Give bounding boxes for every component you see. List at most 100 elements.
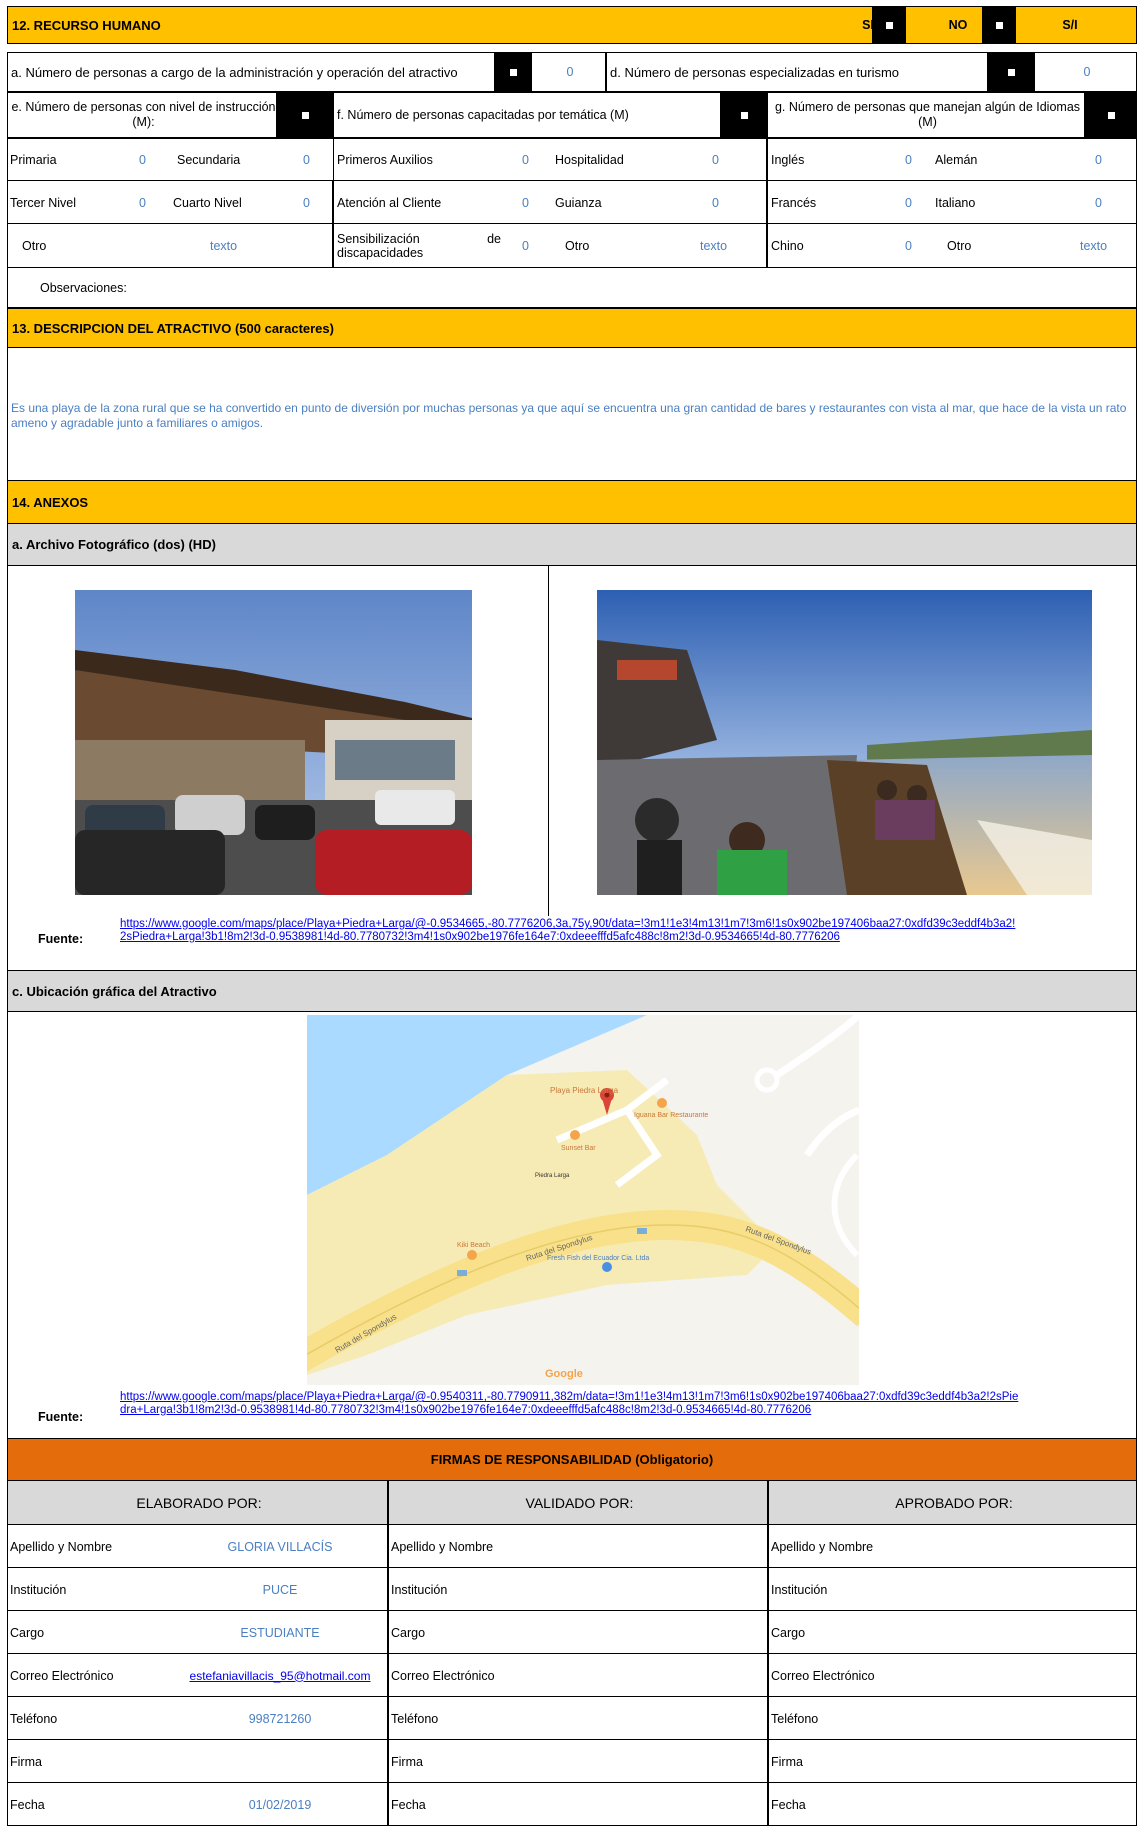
cell-guianza: Guianza bbox=[555, 195, 602, 210]
cell-primaria: Primaria bbox=[10, 152, 57, 167]
location-map[interactable]: Playa Piedra Larga Iguana Bar Restaurant… bbox=[307, 1015, 859, 1385]
value-otro-instruccion[interactable]: texto bbox=[210, 224, 237, 268]
field-e-label: e. Número de personas con nivel de instr… bbox=[7, 92, 277, 138]
signature-field-label: Institución bbox=[771, 1582, 828, 1597]
fuente-2-label: Fuente: bbox=[38, 1410, 84, 1424]
signature-value[interactable]: 998721260 bbox=[175, 1697, 385, 1740]
cell-primeros-auxilios: Primeros Auxilios bbox=[337, 152, 433, 167]
signature-field-label: Apellido y Nombre bbox=[771, 1539, 874, 1554]
cell-chino: Chino bbox=[771, 239, 804, 253]
photo-bar-parking bbox=[75, 590, 472, 895]
photo-section-title: a. Archivo Fotográfico (dos) (HD) bbox=[12, 537, 216, 552]
signature-field-label: Apellido y Nombre bbox=[391, 1539, 494, 1554]
signature-value[interactable]: PUCE bbox=[175, 1568, 385, 1611]
cell-otro-idioma: Otro bbox=[947, 239, 972, 253]
value-secundaria[interactable]: 0 bbox=[303, 138, 310, 181]
field-a-value[interactable]: 0 bbox=[531, 52, 606, 92]
signature-value[interactable]: 01/02/2019 bbox=[175, 1783, 385, 1826]
section-14-title: 14. ANEXOS bbox=[12, 494, 89, 510]
cell-cuarto-nivel: Cuarto Nivel bbox=[173, 195, 242, 210]
signature-field-label: Teléfono bbox=[771, 1711, 819, 1726]
map-label-playa: Playa Piedra Larga bbox=[550, 1086, 619, 1095]
table-row bbox=[388, 1611, 768, 1654]
field-f-checkbox[interactable] bbox=[721, 92, 767, 138]
cell-frances: Francés bbox=[771, 195, 817, 210]
cell-secundaria: Secundaria bbox=[177, 152, 241, 167]
section-13-header: 13. DESCRIPCION DEL ATRACTIVO (500 carac… bbox=[7, 308, 1137, 348]
cell-otro-tematica: Otro bbox=[565, 239, 590, 253]
signature-field-label: Cargo bbox=[10, 1625, 45, 1640]
signature-field-label: Fecha bbox=[391, 1797, 426, 1812]
si-checkbox[interactable] bbox=[872, 6, 906, 44]
section-14-header: 14. ANEXOS bbox=[7, 480, 1137, 524]
table-row bbox=[7, 224, 333, 268]
value-cuarto-nivel[interactable]: 0 bbox=[303, 181, 310, 224]
field-d-label: d. Número de personas especializadas en … bbox=[606, 52, 988, 92]
google-logo: Google bbox=[545, 1368, 583, 1380]
fuente-1-label: Fuente: bbox=[38, 932, 84, 946]
field-a-checkbox[interactable] bbox=[495, 52, 531, 92]
value-hospitalidad[interactable]: 0 bbox=[712, 138, 719, 181]
cell-ingles: Inglés bbox=[771, 152, 805, 167]
section-13-title: 13. DESCRIPCION DEL ATRACTIVO (500 carac… bbox=[12, 320, 334, 336]
signature-value[interactable]: ESTUDIANTE bbox=[175, 1611, 385, 1654]
no-checkbox[interactable] bbox=[982, 6, 1016, 44]
description-box[interactable]: Es una playa de la zona rural que se ha … bbox=[7, 348, 1137, 480]
cell-italiano: Italiano bbox=[935, 195, 976, 210]
value-primeros-auxilios[interactable]: 0 bbox=[522, 138, 529, 181]
map-label-piedra: Piedra Larga bbox=[535, 1173, 570, 1179]
observaciones: Observaciones: bbox=[7, 268, 1137, 308]
photo-section-header: a. Archivo Fotográfico (dos) (HD) bbox=[7, 524, 1137, 566]
fuente-2-link[interactable]: https://www.google.com/maps/place/Playa+… bbox=[120, 1391, 1020, 1417]
col-aprobado: APROBADO POR: bbox=[768, 1481, 1137, 1525]
field-a-label: a. Número de personas a cargo de la admi… bbox=[7, 52, 495, 92]
cell-atencion-cliente: Atención al Cliente bbox=[337, 195, 442, 210]
table-row bbox=[388, 1697, 768, 1740]
field-d-value[interactable]: 0 bbox=[1034, 52, 1137, 92]
signature-value[interactable]: GLORIA VILLACÍS bbox=[175, 1525, 385, 1568]
field-d-checkbox[interactable] bbox=[988, 52, 1034, 92]
value-chino[interactable]: 0 bbox=[905, 224, 912, 268]
table-row bbox=[768, 1697, 1137, 1740]
photo-malecon-sunset bbox=[597, 590, 1092, 895]
field-g-label: g. Número de personas que manejan algún … bbox=[767, 92, 1085, 138]
no-label: NO bbox=[948, 18, 968, 32]
signature-field-label: Cargo bbox=[771, 1625, 806, 1640]
table-row bbox=[768, 1611, 1137, 1654]
value-primaria[interactable]: 0 bbox=[139, 138, 146, 181]
map-label-fresh: Fresh Fish del Ecuador Cia. Ltda bbox=[547, 1255, 649, 1262]
signature-value[interactable] bbox=[175, 1740, 385, 1783]
cell-hospitalidad: Hospitalidad bbox=[555, 152, 624, 167]
signature-field-label: Institución bbox=[391, 1582, 448, 1597]
cell-sensibilizacion: Sensibilización de discapacidades bbox=[337, 232, 501, 260]
cell-otro-instruccion: Otro bbox=[22, 239, 47, 253]
value-sensibilizacion[interactable]: 0 bbox=[522, 224, 529, 268]
field-f-label: f. Número de personas capacitadas por te… bbox=[333, 92, 721, 138]
firmas-header: FIRMAS DE RESPONSABILIDAD (Obligatorio) bbox=[7, 1438, 1137, 1481]
value-guianza[interactable]: 0 bbox=[712, 181, 719, 224]
value-italiano[interactable]: 0 bbox=[1095, 181, 1102, 224]
fuente-1-link[interactable]: https://www.google.com/maps/place/Playa+… bbox=[120, 918, 1020, 944]
table-row bbox=[768, 1783, 1137, 1826]
field-e-checkbox[interactable] bbox=[277, 92, 333, 138]
value-ingles[interactable]: 0 bbox=[905, 138, 912, 181]
value-otro-tematica[interactable]: texto bbox=[700, 224, 727, 268]
map-label-iguana: Iguana Bar Restaurante bbox=[634, 1112, 708, 1119]
signature-value[interactable]: estefaniavillacis_95@hotmail.com bbox=[175, 1654, 385, 1697]
signature-field-label: Teléfono bbox=[10, 1711, 58, 1726]
map-label-kiki: Kiki Beach bbox=[457, 1242, 490, 1249]
value-atencion-cliente[interactable]: 0 bbox=[522, 181, 529, 224]
firmas-title: FIRMAS DE RESPONSABILIDAD (Obligatorio) bbox=[430, 1452, 714, 1467]
value-tercer-nivel[interactable]: 0 bbox=[139, 181, 146, 224]
si-sn-label: S/I bbox=[1062, 18, 1078, 32]
field-g-checkbox[interactable] bbox=[1085, 92, 1137, 138]
table-row bbox=[388, 1783, 768, 1826]
map-section-header: c. Ubicación gráfica del Atractivo bbox=[7, 970, 1137, 1012]
personal-table: Primaria 0 Secundaria 0 Primeros Auxilio… bbox=[7, 138, 1137, 268]
value-aleman[interactable]: 0 bbox=[1095, 138, 1102, 181]
signature-field-label: Cargo bbox=[391, 1625, 426, 1640]
value-otro-idioma[interactable]: texto bbox=[1080, 224, 1107, 268]
photo-divider bbox=[548, 566, 549, 916]
signature-field-label: Institución bbox=[10, 1582, 67, 1597]
value-frances[interactable]: 0 bbox=[905, 181, 912, 224]
